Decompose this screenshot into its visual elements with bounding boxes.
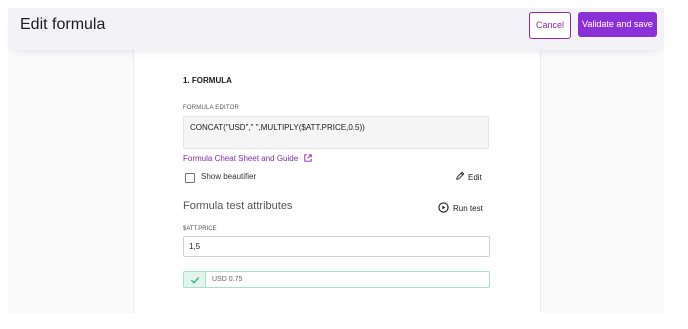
- external-link-icon: [304, 154, 313, 164]
- right-gutter: [540, 50, 664, 313]
- run-test-label: Run test: [453, 204, 483, 213]
- cheat-sheet-link[interactable]: Formula Cheat Sheet and Guide: [183, 154, 313, 164]
- page-title: Edit formula: [20, 16, 106, 33]
- formula-editor-label: FORMULA EDITOR: [183, 105, 240, 111]
- show-beautifier-label: Show beautifier: [201, 172, 257, 181]
- edit-button-label: Edit: [468, 172, 482, 182]
- cancel-button[interactable]: Cancel: [529, 12, 571, 39]
- pencil-icon: [455, 171, 465, 183]
- formula-editor[interactable]: CONCAT("USD"," ",MULTIPLY($ATT.PRICE,0.5…: [183, 116, 489, 149]
- formula-panel: 1. FORMULA FORMULA EDITOR CONCAT("USD","…: [133, 50, 541, 313]
- attribute-label: $ATT.PRICE: [183, 226, 217, 232]
- test-attributes-title: Formula test attributes: [183, 200, 293, 212]
- edit-button[interactable]: Edit: [455, 171, 482, 183]
- test-result-value: USD 0.75: [212, 276, 243, 283]
- header-bar: Edit formula Cancel Validate and save: [8, 8, 664, 50]
- section-title: 1. FORMULA: [183, 76, 232, 85]
- attribute-value-input[interactable]: 1,5: [183, 236, 490, 257]
- test-result: USD 0.75: [183, 271, 490, 288]
- cheat-sheet-link-label: Formula Cheat Sheet and Guide: [183, 154, 299, 163]
- play-circle-icon: [438, 202, 449, 215]
- run-test-button[interactable]: Run test: [438, 202, 483, 215]
- left-gutter: [8, 50, 133, 313]
- check-icon: [184, 272, 206, 287]
- validate-and-save-button[interactable]: Validate and save: [578, 12, 657, 37]
- show-beautifier-checkbox[interactable]: [185, 173, 195, 183]
